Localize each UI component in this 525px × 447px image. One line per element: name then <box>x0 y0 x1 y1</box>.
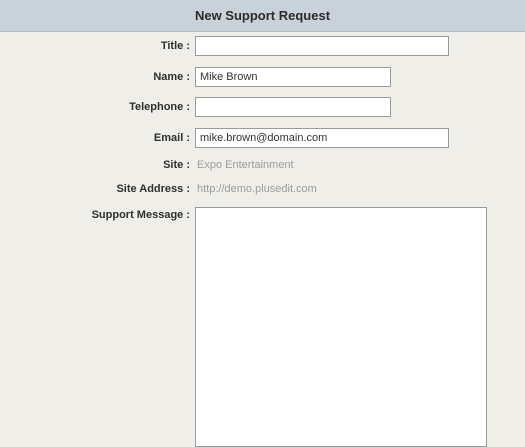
form-header: New Support Request <box>0 0 525 32</box>
form-title: New Support Request <box>194 8 331 23</box>
site-label: Site : <box>163 159 190 171</box>
site-value: Expo Entertainment <box>197 159 294 171</box>
email-input[interactable] <box>195 128 449 148</box>
title-input[interactable] <box>195 36 449 56</box>
site-address-label: Site Address : <box>116 183 190 195</box>
title-label: Title : <box>160 40 190 52</box>
name-input[interactable] <box>195 67 391 87</box>
support-message-label: Support Message : <box>91 209 190 221</box>
telephone-input[interactable] <box>195 97 391 117</box>
support-message-textarea[interactable] <box>195 207 487 447</box>
telephone-label: Telephone : <box>129 101 190 113</box>
email-label: Email : <box>153 132 190 144</box>
site-address-value: http://demo.plusedit.com <box>197 183 317 195</box>
name-label: Name : <box>153 71 190 83</box>
